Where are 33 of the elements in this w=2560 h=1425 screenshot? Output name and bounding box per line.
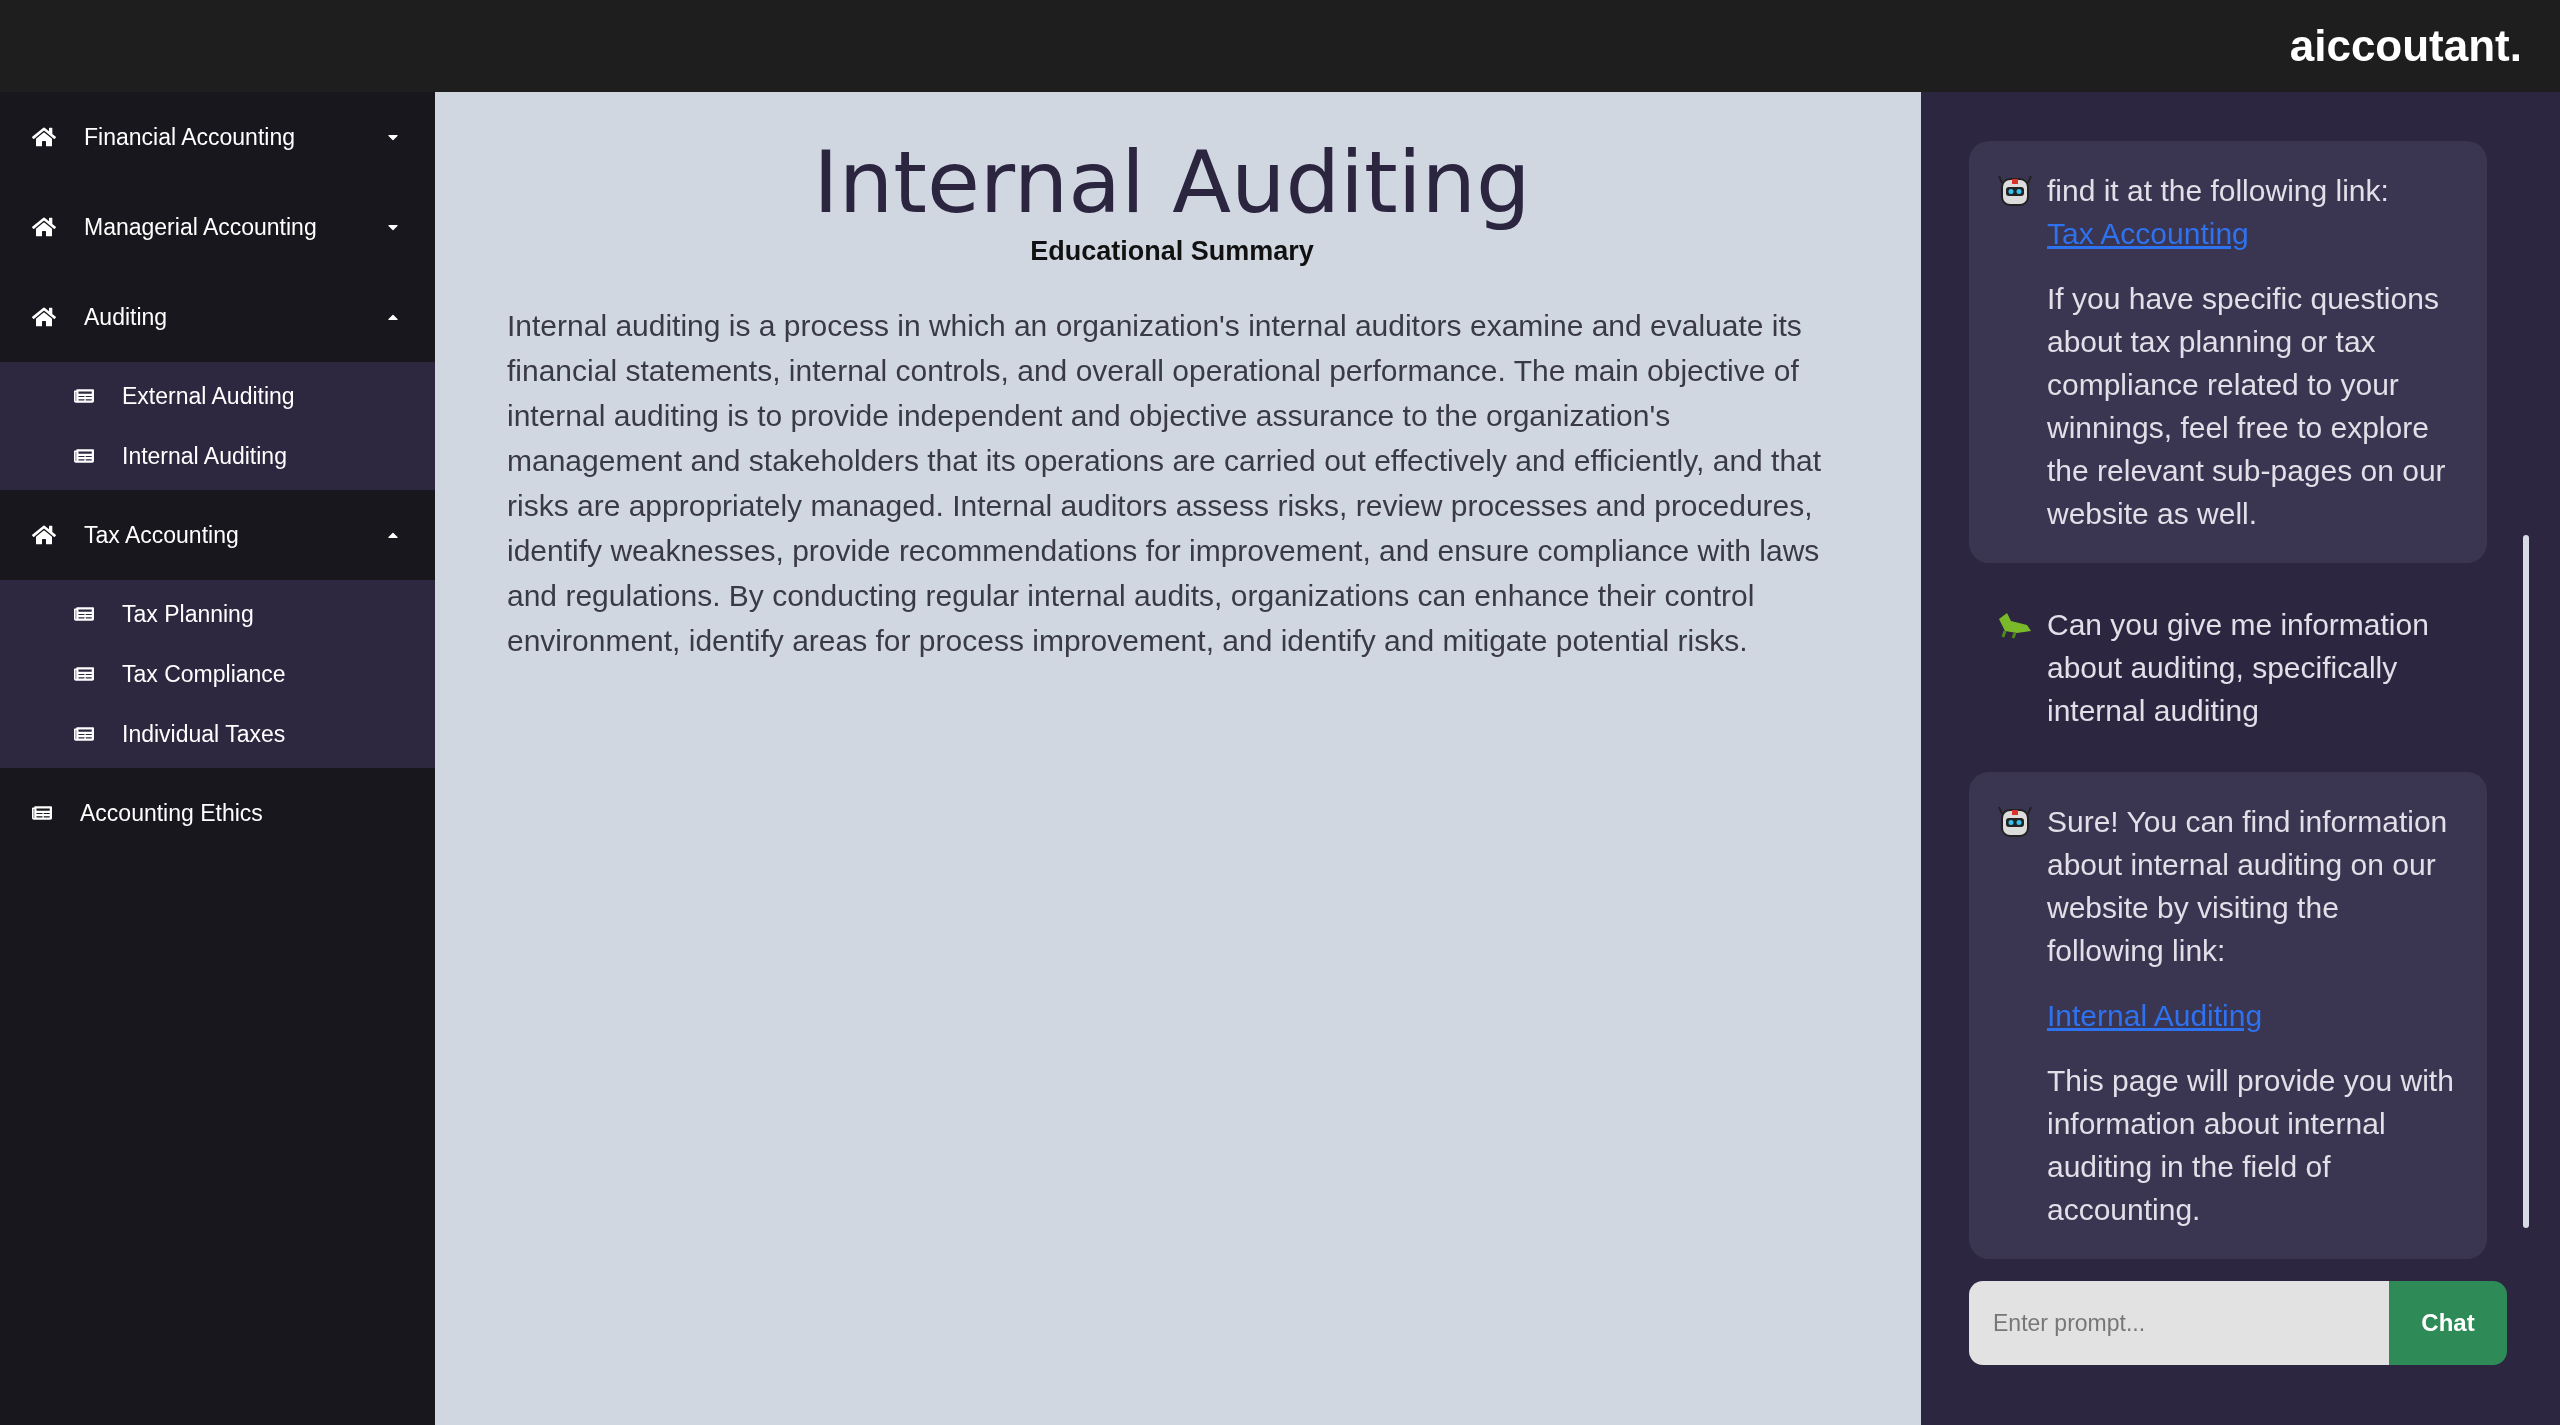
- message-text: Sure! You can find information about internal auditing on our website by visiting the following link:: [2047, 804, 2449, 969]
- sidebar-item[interactable]: Managerial Accounting: [0, 182, 435, 272]
- home-icon: [32, 305, 56, 329]
- summary-paragraph: Internal auditing is a process in which an organization's internal auditors examine and evaluate its financial statements, internal controls, and overall operational performance. The main objective of internal auditing is to provide independent and objective assurance to the organization's management and stakeholders that its operations are carried out effectively and efficiently, and that risks are appropriately managed. Internal auditors assess risks, review processes and procedures, identify weaknesses, provide recommendations for improvement, and ensure compliance with laws and regulations. By conducting regular internal audits, organizations can enhance their control environment, identify areas for process improvement, and identify and mitigate potential risks.: [507, 308, 1823, 659]
- home-icon: [32, 125, 56, 149]
- home-icon: [32, 523, 56, 547]
- page-subtitle: Educational Summary: [1030, 236, 1314, 267]
- message-text: If you have specific questions about tax planning or tax compliance related to your winnings, feel free to explore the relevant sub-pages on our website as well.: [2047, 281, 2447, 532]
- sidebar-subitem[interactable]: Tax Planning: [0, 584, 435, 644]
- message-text: This page will provide you with information about internal auditing in the field of accounting.: [2047, 1063, 2455, 1228]
- document-icon: [74, 446, 94, 466]
- document-icon: [74, 724, 94, 744]
- robot-icon: [1997, 804, 2033, 840]
- sidebar-item[interactable]: Tax Accounting: [0, 490, 435, 580]
- sidebar-subitem[interactable]: Tax Compliance: [0, 644, 435, 704]
- document-icon: [74, 604, 94, 624]
- sidebar-subitem[interactable]: External Auditing: [0, 366, 435, 426]
- sidebar-item[interactable]: Financial Accounting: [0, 92, 435, 182]
- logo[interactable]: aiccoutant.: [2289, 21, 2522, 71]
- sidebar-item[interactable]: Accounting Ethics: [0, 768, 435, 858]
- sidebar-item[interactable]: Auditing: [0, 272, 435, 362]
- page-title: Internal Auditing: [813, 132, 1531, 232]
- sidebar-subitem[interactable]: Individual Taxes: [0, 704, 435, 764]
- message-text: find it at the following link: Tax Accounting: [2047, 173, 2390, 252]
- document-icon: [74, 386, 94, 406]
- message-text: Can you give me information about auditing, specifically internal auditing: [2047, 607, 2430, 729]
- sidebar-subitem[interactable]: Internal Auditing: [0, 426, 435, 486]
- prompt-input[interactable]: Enter prompt...: [1969, 1281, 2389, 1365]
- chat-button[interactable]: Chat: [2389, 1281, 2507, 1365]
- document-icon: [32, 803, 52, 823]
- document-icon: [74, 664, 94, 684]
- robot-icon: [1997, 173, 2033, 209]
- home-icon: [32, 215, 56, 239]
